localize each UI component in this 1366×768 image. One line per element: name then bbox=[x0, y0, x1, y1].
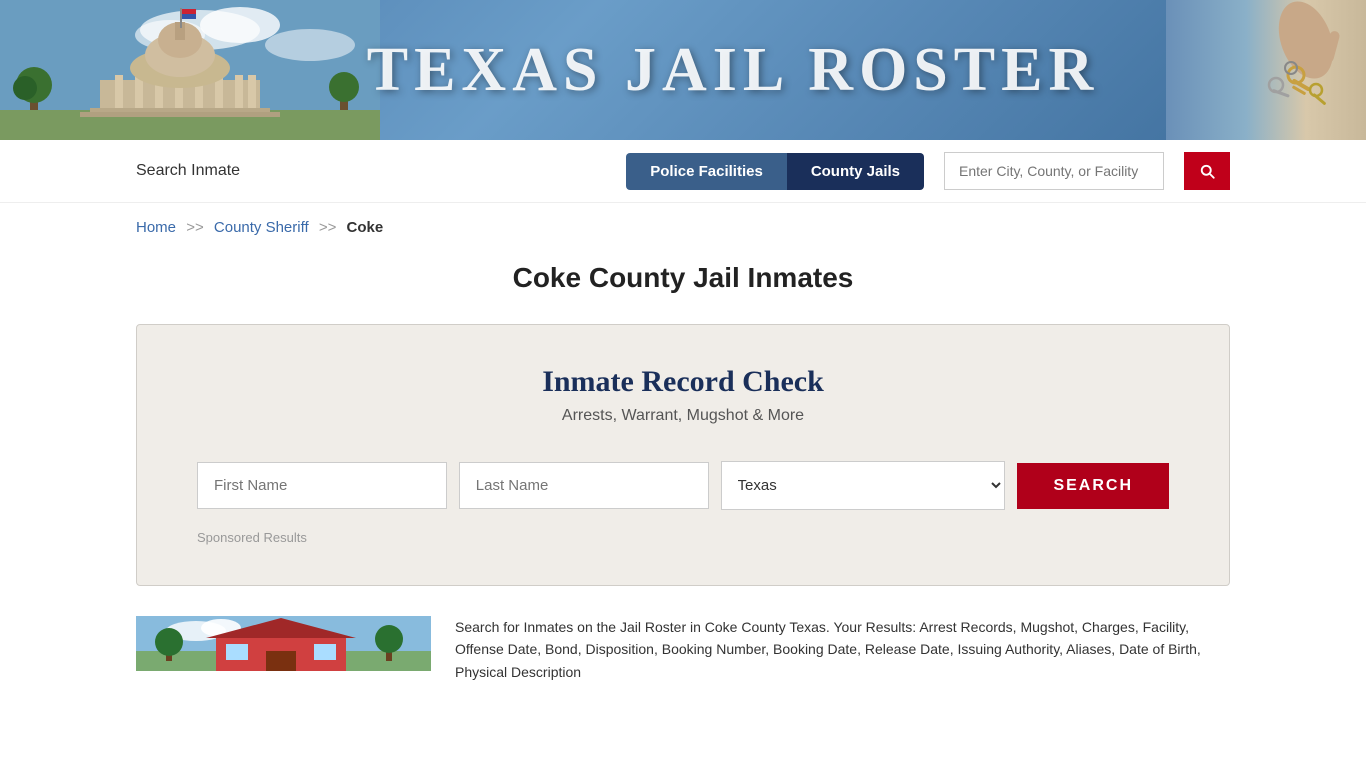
police-facilities-button[interactable]: Police Facilities bbox=[626, 153, 787, 190]
nav-buttons: Police Facilities County Jails bbox=[626, 153, 924, 190]
record-check-box: Inmate Record Check Arrests, Warrant, Mu… bbox=[136, 324, 1230, 586]
sponsored-label: Sponsored Results bbox=[197, 530, 1169, 545]
property-image bbox=[136, 616, 431, 671]
breadcrumb-current: Coke bbox=[347, 219, 384, 236]
inmate-search-button[interactable]: SEARCH bbox=[1017, 463, 1169, 509]
facility-search-button[interactable] bbox=[1184, 152, 1230, 190]
inmate-search-form: AlabamaAlaskaArizonaArkansasCaliforniaCo… bbox=[197, 461, 1169, 510]
header-banner: Texas Jail Roster bbox=[0, 0, 1366, 140]
last-name-input[interactable] bbox=[459, 462, 709, 509]
facility-search-input[interactable] bbox=[944, 152, 1164, 190]
county-jails-button[interactable]: County Jails bbox=[787, 153, 924, 190]
breadcrumb-home[interactable]: Home bbox=[136, 219, 176, 236]
breadcrumb: Home >> County Sheriff >> Coke bbox=[0, 203, 1366, 252]
bottom-section: Search for Inmates on the Jail Roster in… bbox=[136, 616, 1230, 683]
page-title: Coke County Jail Inmates bbox=[0, 262, 1366, 294]
site-title: Texas Jail Roster bbox=[367, 35, 1100, 106]
state-select[interactable]: AlabamaAlaskaArizonaArkansasCaliforniaCo… bbox=[721, 461, 1006, 510]
breadcrumb-county-sheriff[interactable]: County Sheriff bbox=[214, 219, 309, 236]
breadcrumb-separator-1: >> bbox=[186, 219, 204, 236]
first-name-input[interactable] bbox=[197, 462, 447, 509]
capitol-image bbox=[0, 0, 380, 140]
record-check-subtitle: Arrests, Warrant, Mugshot & More bbox=[197, 407, 1169, 425]
breadcrumb-separator-2: >> bbox=[319, 219, 337, 236]
nav-bar: Search Inmate Police Facilities County J… bbox=[0, 140, 1366, 203]
record-check-title: Inmate Record Check bbox=[197, 365, 1169, 399]
bottom-description: Search for Inmates on the Jail Roster in… bbox=[455, 616, 1230, 683]
search-inmate-label: Search Inmate bbox=[136, 162, 606, 180]
keys-image bbox=[1166, 0, 1366, 140]
search-icon bbox=[1198, 162, 1216, 180]
